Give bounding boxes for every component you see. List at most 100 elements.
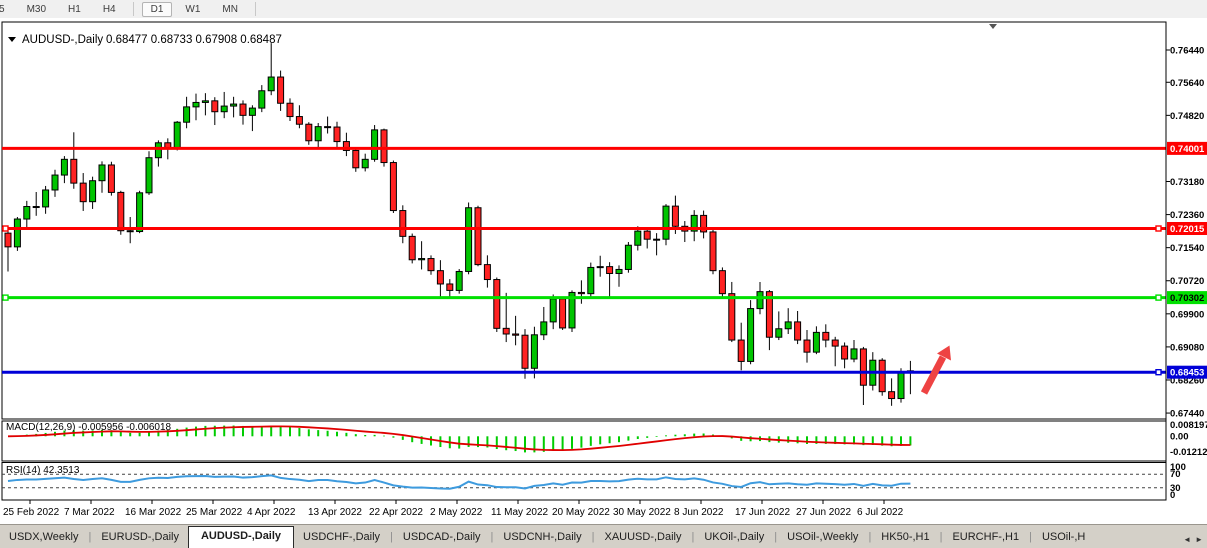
date-label: 17 Jun 2022 [735,507,790,518]
chart-title-ohlc: 0.68477 0.68733 0.67908 0.68487 [106,34,282,46]
line-handle[interactable] [1156,226,1161,231]
price-tick-label: 0.71540 [1170,243,1204,254]
timeframe-button-h4[interactable]: H4 [94,2,125,17]
bear-candle [860,349,866,385]
price-badge-label: 0.74001 [1170,144,1205,155]
bull-candle [625,245,631,269]
bull-candle [748,309,754,362]
bull-candle [466,208,472,272]
bull-candle [550,299,556,322]
timeframe-button-m30[interactable]: M30 [18,2,55,17]
date-label: 22 Apr 2022 [369,507,423,518]
chart-title-symbol: AUDUSD-,Daily [22,34,103,46]
symbol-tab-audusd-daily[interactable]: AUDUSD-,Daily [188,526,294,548]
date-label: 4 Apr 2022 [247,507,296,518]
symbol-tab-usdchf-daily[interactable]: USDCHF-,Daily [294,528,389,548]
symbol-tab-eurusd-daily[interactable]: EURUSD-,Daily [92,528,188,548]
symbol-tab-usoil-h[interactable]: USOil-,H [1033,528,1094,548]
bear-candle [428,259,434,271]
chart-canvas[interactable]: 0.764400.756400.748200.731800.723600.715… [0,18,1207,524]
price-tick-label: 0.69080 [1170,342,1204,353]
bear-candle [522,335,528,368]
price-tick-label: 0.73180 [1170,177,1204,188]
bull-candle [616,269,622,273]
bear-candle [513,334,519,335]
bear-candle [240,104,246,115]
chart-area[interactable]: 0.764400.756400.748200.731800.723600.715… [0,18,1207,524]
price-tick-label: 0.72360 [1170,210,1204,221]
symbol-tab-usdcad-daily[interactable]: USDCAD-,Daily [394,528,490,548]
bull-candle [174,122,180,147]
symbol-tab-xauusd-daily[interactable]: XAUUSD-,Daily [595,528,690,548]
bull-candle [259,91,265,108]
bear-candle [437,271,443,284]
macd-axis-label: 0.00 [1170,431,1189,442]
bear-candle [71,159,77,183]
bear-candle [400,211,406,237]
date-label: 16 Mar 2022 [125,507,182,518]
rsi-axis-label: 0 [1170,490,1175,501]
date-label: 25 Feb 2022 [3,507,60,518]
symbol-tab-usdcnh-daily[interactable]: USDCNH-,Daily [494,528,590,548]
bull-candle [184,107,190,122]
bear-candle [578,292,584,293]
bull-candle [137,193,143,232]
main-price-panel[interactable] [2,22,1166,419]
symbol-tab-hk50-h1[interactable]: HK50-,H1 [872,528,938,548]
bear-candle [710,232,716,271]
bear-candle [494,280,500,329]
bear-candle [334,127,340,142]
bear-candle [503,328,509,334]
bull-candle [14,219,20,247]
bear-candle [842,346,848,359]
line-handle[interactable] [1156,295,1161,300]
timeframe-button-h1[interactable]: H1 [59,2,90,17]
bull-candle [531,335,537,368]
date-axis[interactable]: 25 Feb 20227 Mar 202216 Mar 202225 Mar 2… [3,500,904,518]
bear-candle [33,207,39,208]
bear-candle [804,340,810,352]
bull-candle [456,271,462,290]
bull-candle [898,372,904,398]
macd-axis-label: 0.008197 [1170,420,1207,431]
bull-candle [776,329,782,337]
timeframe-button-w1[interactable]: W1 [176,2,209,17]
bear-candle [475,208,481,265]
date-label: 25 Mar 2022 [186,507,243,518]
bull-candle [785,322,791,329]
tab-scroll-buttons: ◄► [1181,535,1207,548]
macd-panel[interactable] [2,421,1166,461]
date-label: 20 May 2022 [552,507,610,518]
line-handle[interactable] [1156,370,1161,375]
symbol-tab-usoil-weekly[interactable]: USOil-,Weekly [778,528,867,548]
bull-candle [43,190,49,207]
bull-candle [597,267,603,268]
macd-axis-label: -0.01212 [1170,447,1207,458]
bull-candle [654,239,660,240]
date-label: 27 Jun 2022 [796,507,851,518]
bear-candle [447,284,453,290]
line-handle[interactable] [3,226,8,231]
bear-candle [729,294,735,340]
symbol-tab-usdx-weekly[interactable]: USDX,Weekly [0,528,87,548]
bear-candle [306,124,312,141]
bear-candle [644,231,650,239]
timeframe-button-mn[interactable]: MN [213,2,247,17]
line-handle[interactable] [3,295,8,300]
bull-candle [588,267,594,293]
tab-scroll-left-icon[interactable]: ◄ [1183,535,1191,544]
date-label: 30 May 2022 [613,507,671,518]
timeframe-button-d1[interactable]: D1 [142,2,173,17]
bear-candle [278,77,284,103]
symbol-tab-ukoil-daily[interactable]: UKOil-,Daily [695,528,773,548]
bear-candle [409,236,415,259]
bear-candle [390,163,396,211]
date-label: 11 May 2022 [491,507,549,518]
bull-candle [663,206,669,239]
timeframe-button-5[interactable]: 5 [0,2,14,17]
price-badge-label: 0.70302 [1170,293,1204,304]
bear-candle [832,340,838,346]
symbol-tab-bar: USDX,Weekly|EURUSD-,DailyAUDUSD-,DailyUS… [0,524,1207,548]
tab-scroll-right-icon[interactable]: ► [1195,535,1203,544]
symbol-tab-eurchf-h1[interactable]: EURCHF-,H1 [943,528,1028,548]
